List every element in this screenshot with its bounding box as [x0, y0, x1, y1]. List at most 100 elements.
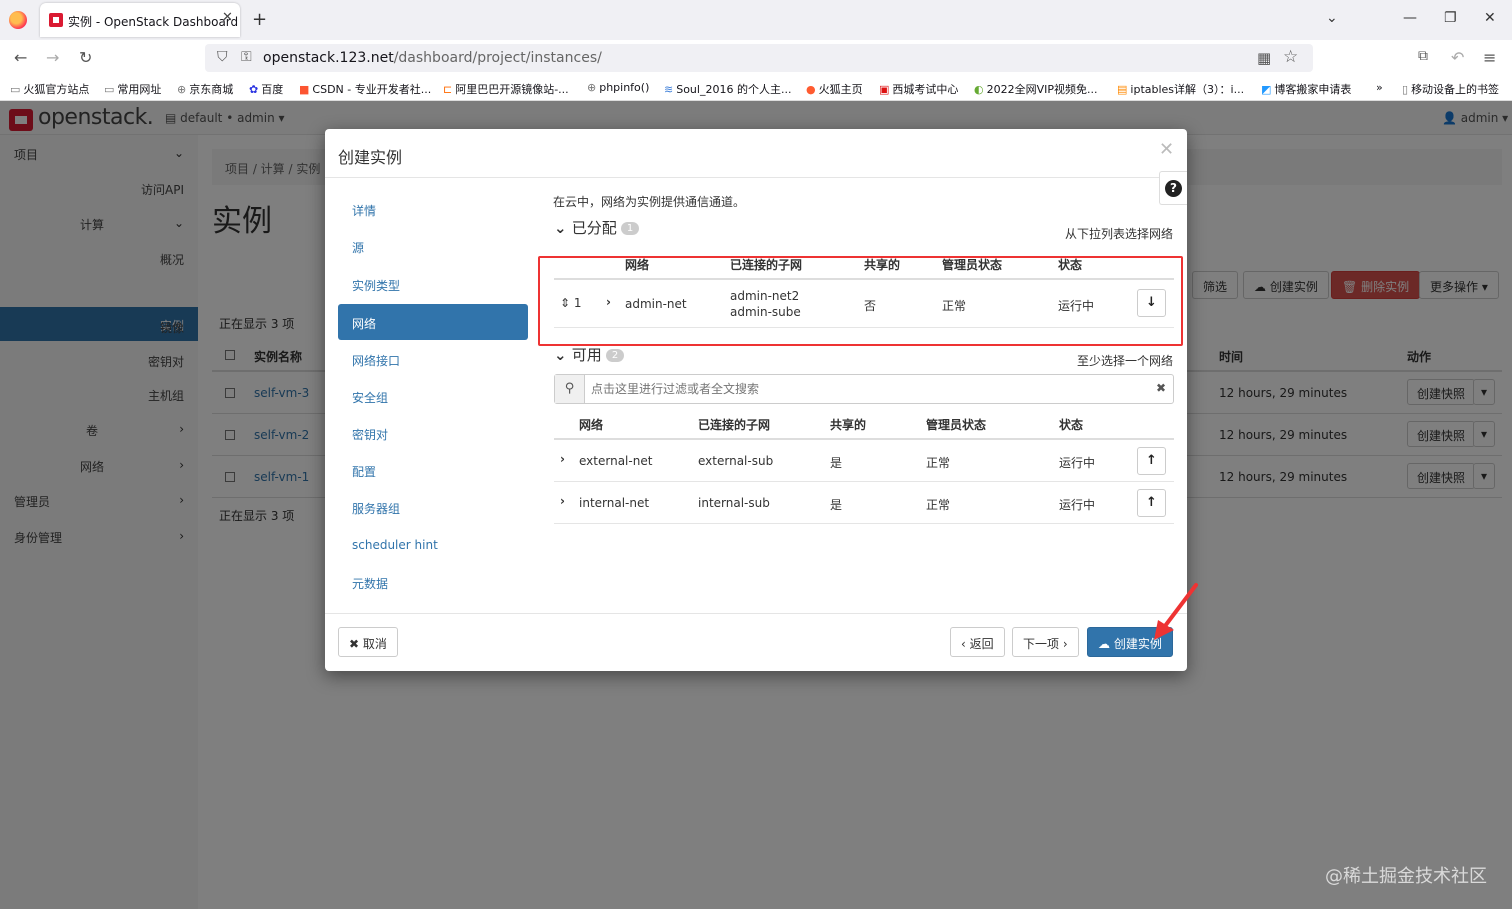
bookmark-item[interactable]: ▭ 火狐官方站点 [10, 81, 89, 97]
admin-state-value: 正常 [926, 456, 951, 470]
bookmark-item[interactable]: ⊏ 阿里巴巴开源镜像站-... [443, 81, 569, 97]
chevron-down-icon: ⌄ [554, 346, 572, 364]
step-server-groups[interactable]: 服务器组 [338, 489, 528, 525]
divider [325, 177, 1187, 178]
step-metadata[interactable]: 元数据 [338, 564, 528, 600]
allocate-arrow-up-icon[interactable]: ↑ [1137, 489, 1166, 517]
modal-close-icon[interactable]: ✕ [1159, 139, 1174, 160]
bookmark-item[interactable]: ⊕ 京东商城 [177, 81, 233, 97]
globe-icon: ⊕ [587, 81, 597, 94]
available-toggle[interactable]: ⌄ 可用 2 [554, 344, 625, 365]
maximize-icon[interactable]: ❐ [1444, 10, 1457, 26]
globe-icon: ⊕ [177, 83, 187, 96]
step-networks[interactable]: 网络 [338, 304, 528, 340]
url-path: /dashboard/project/instances/ [393, 50, 602, 66]
baidu-icon: ✿ [249, 83, 259, 96]
col-admin-state: 管理员状态 [926, 418, 987, 432]
network-name: external-net [579, 454, 653, 468]
url-host: openstack.123.net [263, 50, 394, 66]
tab-title: 实例 - OpenStack Dashboard [68, 15, 239, 29]
col-network: 网络 [579, 418, 604, 432]
launch-instance-modal: 创建实例 ✕ ? 详情 源 实例类型 网络 网络接口 安全组 密钥对 配置 服务… [325, 129, 1187, 671]
aliyun-icon: ⊏ [443, 83, 453, 96]
step-network-ports[interactable]: 网络接口 [338, 341, 528, 377]
next-button[interactable]: 下一项 › [1012, 627, 1079, 657]
available-count-badge: 2 [605, 349, 625, 362]
step-flavor[interactable]: 实例类型 [338, 266, 528, 302]
available-hint: 至少选择一个网络 [1076, 354, 1173, 368]
status-value: 运行中 [1059, 498, 1096, 512]
chevron-right-icon[interactable]: › [560, 452, 565, 466]
bookmark-item[interactable]: ◐ 2022全网VIP视频免... [974, 81, 1098, 97]
allocate-arrow-up-icon[interactable]: ↑ [1137, 447, 1166, 475]
bookmark-item[interactable]: ⊕ phpinfo() [587, 81, 649, 94]
bookmark-star-icon[interactable]: ☆ [1283, 47, 1298, 67]
available-network-row: › internal-net internal-sub 是 正常 运行中 ↑ [554, 482, 1174, 524]
search-icon: ⚲ [555, 375, 585, 403]
qr-code-icon[interactable]: ▦ [1257, 49, 1271, 67]
folder-icon: ▭ [104, 83, 115, 96]
shield-icon[interactable]: ⛉ [217, 49, 228, 65]
iptables-icon: ▤ [1117, 83, 1128, 96]
step-details[interactable]: 详情 [338, 191, 528, 227]
col-shared: 共享的 [830, 418, 867, 432]
help-button[interactable]: ? [1159, 171, 1187, 205]
network-name: internal-net [579, 496, 650, 510]
forward-arrow-icon[interactable]: → [46, 48, 59, 67]
question-icon: ? [1165, 180, 1182, 197]
crop-icon[interactable]: ⧉ [1418, 48, 1428, 64]
bookmark-item[interactable]: ▭ 常用网址 [104, 81, 161, 97]
insecure-lock-icon[interactable]: ⚿ [241, 49, 252, 65]
step-security-groups[interactable]: 安全组 [338, 378, 528, 414]
chevron-right-icon[interactable]: › [560, 494, 565, 508]
filter-input[interactable] [591, 381, 1151, 397]
browser-tab-active[interactable]: 实例 - OpenStack Dashboard ✕ [40, 3, 240, 37]
step-source[interactable]: 源 [338, 228, 528, 264]
tab-list-chevron-icon[interactable]: ⌄ [1326, 10, 1338, 26]
clear-filter-icon[interactable]: ✖ [1156, 381, 1166, 395]
step-scheduler-hint[interactable]: scheduler hint [338, 527, 528, 563]
mobile-icon: ▯ [1402, 83, 1409, 96]
back-arrow-icon[interactable]: ← [14, 48, 27, 67]
browser-tab-bar: 实例 - OpenStack Dashboard ✕ + ⌄ — ❐ ✕ [0, 0, 1512, 40]
shared-value: 是 [830, 456, 843, 470]
chevron-down-icon: ⌄ [554, 219, 572, 237]
url-text: openstack.123.net/dashboard/project/inst… [263, 50, 602, 66]
back-button[interactable]: ‹ 返回 [950, 627, 1005, 657]
step-configuration[interactable]: 配置 [338, 452, 528, 488]
menu-icon[interactable]: ≡ [1483, 48, 1496, 67]
url-bar[interactable]: ⛉ ⚿ openstack.123.net/dashboard/project/… [205, 44, 1313, 72]
allocated-hint: 从下拉列表选择网络 [1064, 227, 1173, 241]
step-keypair[interactable]: 密钥对 [338, 415, 528, 451]
bookmark-item[interactable]: ✿ 百度 [249, 81, 283, 97]
bookmark-item[interactable]: ▤ iptables详解（3）：i... [1117, 81, 1244, 97]
video-icon: ◐ [974, 83, 984, 96]
allocated-count-badge: 1 [620, 222, 640, 235]
bookmark-item[interactable]: ● 火狐主页 [806, 81, 863, 97]
cancel-button[interactable]: ✖ 取消 [338, 627, 398, 657]
firefox-icon: ● [806, 83, 816, 96]
subnet-name: internal-sub [698, 496, 770, 510]
bookmark-item[interactable]: ▯ 移动设备上的书签 [1402, 81, 1499, 97]
window-close-icon[interactable]: ✕ [1484, 10, 1496, 26]
minimize-icon[interactable]: — [1403, 10, 1417, 26]
bookmark-item[interactable]: ◩ 博客搬家申请表 [1261, 81, 1351, 97]
browser-nav-bar: ← → ↻ ⛉ ⚿ openstack.123.net/dashboard/pr… [0, 40, 1512, 76]
available-title: 可用 [571, 346, 602, 364]
reload-icon[interactable]: ↻ [79, 48, 92, 67]
blog-icon: ◩ [1261, 83, 1272, 96]
bookmark-item[interactable]: ▣ 西城考试中心 [879, 81, 958, 97]
bookmark-item[interactable]: ■ CSDN - 专业开发者社... [299, 81, 431, 97]
allocated-toggle[interactable]: ⌄ 已分配 1 [554, 217, 640, 238]
new-tab-icon[interactable]: + [252, 9, 267, 30]
bookmarks-more-icon[interactable]: » [1376, 81, 1383, 94]
xicheng-icon: ▣ [879, 83, 890, 96]
col-status: 状态 [1059, 418, 1084, 432]
bookmarks-bar: ▭ 火狐官方站点 ▭ 常用网址 ⊕ 京东商城 ✿ 百度 ■ CSDN - 专业开发者社..… [0, 76, 1512, 101]
tab-close-icon[interactable]: ✕ [222, 10, 233, 25]
status-value: 运行中 [1059, 456, 1096, 470]
firefox-icon[interactable] [9, 11, 27, 29]
bookmark-item[interactable]: ≋ Soul_2016 的个人主... [664, 81, 791, 97]
shared-value: 是 [830, 498, 843, 512]
undo-icon[interactable]: ↶ [1451, 48, 1464, 67]
